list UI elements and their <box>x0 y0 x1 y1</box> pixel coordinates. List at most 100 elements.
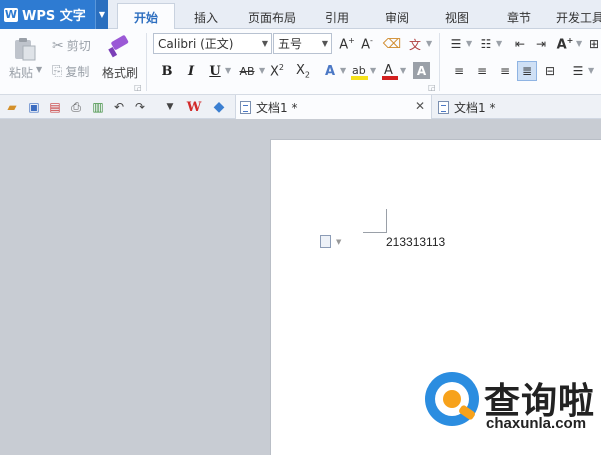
undo-icon[interactable]: ↶ <box>111 99 127 115</box>
chinese-layout-button[interactable]: ⊞ <box>584 34 601 54</box>
paste-button[interactable] <box>12 36 38 62</box>
tab-developer[interactable]: 开发工具 <box>556 5 601 29</box>
save-icon[interactable]: ▣ <box>26 99 42 115</box>
chevron-down-icon[interactable]: ▼ <box>466 39 472 48</box>
outdent-icon: ⇤ <box>514 37 526 51</box>
chevron-down-icon[interactable]: ▼ <box>588 66 594 75</box>
decrease-indent-button[interactable]: ⇤ <box>510 34 530 54</box>
font-color-button[interactable]: A <box>380 61 400 81</box>
superscript-icon: X2 <box>270 62 284 80</box>
margin-corner-marker <box>363 209 387 233</box>
align-right-icon: ≡ <box>499 64 511 78</box>
document-body-text[interactable]: 213313113 <box>386 235 445 249</box>
clipboard-dialog-launcher-icon[interactable]: ◲ <box>134 83 142 92</box>
phonetic-guide-button[interactable]: 文 <box>405 34 425 54</box>
wps-brand-icon[interactable]: W <box>186 99 202 115</box>
increase-indent-button[interactable]: ⇥ <box>531 34 551 54</box>
font-color-icon: A <box>382 63 398 80</box>
align-center-button[interactable]: ≡ <box>472 61 492 81</box>
font-dialog-launcher-icon[interactable]: ◲ <box>428 83 436 92</box>
subscript-button[interactable]: X2 <box>293 61 313 81</box>
strikethrough-button[interactable]: AB <box>235 61 259 81</box>
scissors-icon: ✂ <box>52 37 64 54</box>
font-family-select[interactable]: Calibri (正文) ▼ <box>153 33 272 54</box>
eraser-icon: ⌫ <box>382 36 402 52</box>
align-left-icon: ≡ <box>453 64 465 78</box>
char-shading-button[interactable]: A <box>413 62 430 79</box>
redo-icon[interactable]: ↷ <box>132 99 148 115</box>
chevron-down-icon[interactable]: ▼ <box>95 0 108 29</box>
line-spacing-icon: ☰ <box>572 64 584 78</box>
tab-view[interactable]: 视图 <box>434 5 480 29</box>
brush-icon <box>108 35 129 58</box>
font-size-value: 五号 <box>278 37 303 51</box>
clear-format-button[interactable]: ⌫ <box>382 34 402 54</box>
open-folder-icon[interactable]: ▰ <box>4 99 20 115</box>
print-icon[interactable]: ⎙ <box>68 99 84 115</box>
wps-app-menu-button[interactable]: W WPS 文字 ▼ <box>0 0 108 29</box>
cut-button[interactable]: ✂ 剪切 <box>52 37 91 54</box>
italic-icon: I <box>187 63 195 79</box>
highlight-button[interactable]: ab <box>350 61 370 81</box>
paste-icon <box>15 38 36 61</box>
tab-chapter[interactable]: 章节 <box>496 5 542 29</box>
chevron-down-icon[interactable]: ▼ <box>225 66 231 75</box>
format-painter-button[interactable] <box>106 35 132 59</box>
chevron-down-icon[interactable]: ▼ <box>259 66 265 75</box>
format-painter-label: 格式刷 <box>102 66 139 80</box>
chevron-down-icon[interactable]: ▼ <box>496 39 502 48</box>
bold-icon: B <box>161 63 173 79</box>
document-tab[interactable]: 文档1 * ✕ <box>235 95 432 119</box>
align-left-button[interactable]: ≡ <box>449 61 469 81</box>
export-pdf-icon[interactable]: ▤ <box>47 99 63 115</box>
numbering-button[interactable]: ☷ <box>476 34 496 54</box>
watermark-url: chaxunla.com <box>486 415 587 432</box>
justify-button[interactable]: ≣ <box>517 61 537 81</box>
paste-options-button[interactable]: ▼ <box>320 235 341 248</box>
grow-font-button[interactable]: A+ <box>337 34 357 54</box>
tab-insert[interactable]: 插入 <box>180 5 232 29</box>
tab-page-layout[interactable]: 页面布局 <box>240 5 304 29</box>
distributed-align-button[interactable]: ⊟ <box>540 61 560 81</box>
shrink-font-button[interactable]: A- <box>357 34 377 54</box>
tab-home[interactable]: 开始 <box>117 3 175 30</box>
paste-options-icon <box>320 235 331 248</box>
chaxunla-logo-icon <box>425 372 479 426</box>
text-effect-button[interactable]: A <box>320 61 340 81</box>
copy-label: 复制 <box>65 65 90 79</box>
tab-references[interactable]: 引用 <box>314 5 360 29</box>
indent-icon: ⇥ <box>535 37 547 51</box>
paste-label: 粘贴 <box>9 66 34 80</box>
chevron-down-icon[interactable]: ▼ <box>426 39 432 48</box>
bullets-button[interactable]: ☰ <box>446 34 466 54</box>
chevron-down-icon[interactable]: ▼ <box>340 66 346 75</box>
align-right-button[interactable]: ≡ <box>495 61 515 81</box>
copy-icon: ⎘ <box>52 64 63 79</box>
chevron-down-icon: ▼ <box>336 237 342 246</box>
print-preview-icon[interactable]: ▥ <box>90 99 106 115</box>
paste-dropdown-icon[interactable]: ▼ <box>36 65 42 74</box>
chevron-down-icon[interactable]: ▼ <box>576 39 582 48</box>
copy-button[interactable]: ⎘ 复制 <box>52 63 89 80</box>
customize-toolbar-icon[interactable]: ▼ <box>162 99 178 115</box>
bold-button[interactable]: B <box>157 61 177 81</box>
shrink-font-icon: A- <box>361 35 373 53</box>
document-tab-title: 文档1 * <box>454 100 496 115</box>
chevron-down-icon[interactable]: ▼ <box>400 66 406 75</box>
cloud-cube-icon[interactable]: ◆ <box>211 99 227 115</box>
chevron-down-icon[interactable]: ▼ <box>370 66 376 75</box>
subscript-icon: X2 <box>296 62 310 80</box>
close-icon[interactable]: ✕ <box>415 99 425 113</box>
change-case-button[interactable]: A+ <box>555 34 575 54</box>
underline-button[interactable]: U <box>205 61 225 81</box>
superscript-button[interactable]: X2 <box>267 61 287 81</box>
tab-review[interactable]: 审阅 <box>374 5 420 29</box>
italic-button[interactable]: I <box>181 61 201 81</box>
document-tab[interactable]: 文档1 * <box>434 95 594 119</box>
grow-font-icon: A+ <box>339 35 355 53</box>
strikethrough-icon: AB <box>239 64 255 78</box>
line-spacing-button[interactable]: ☰ <box>568 61 588 81</box>
chevron-down-icon: ▼ <box>321 39 328 48</box>
font-size-select[interactable]: 五号 ▼ <box>273 33 332 54</box>
chinese-layout-icon: ⊞ <box>588 37 600 51</box>
